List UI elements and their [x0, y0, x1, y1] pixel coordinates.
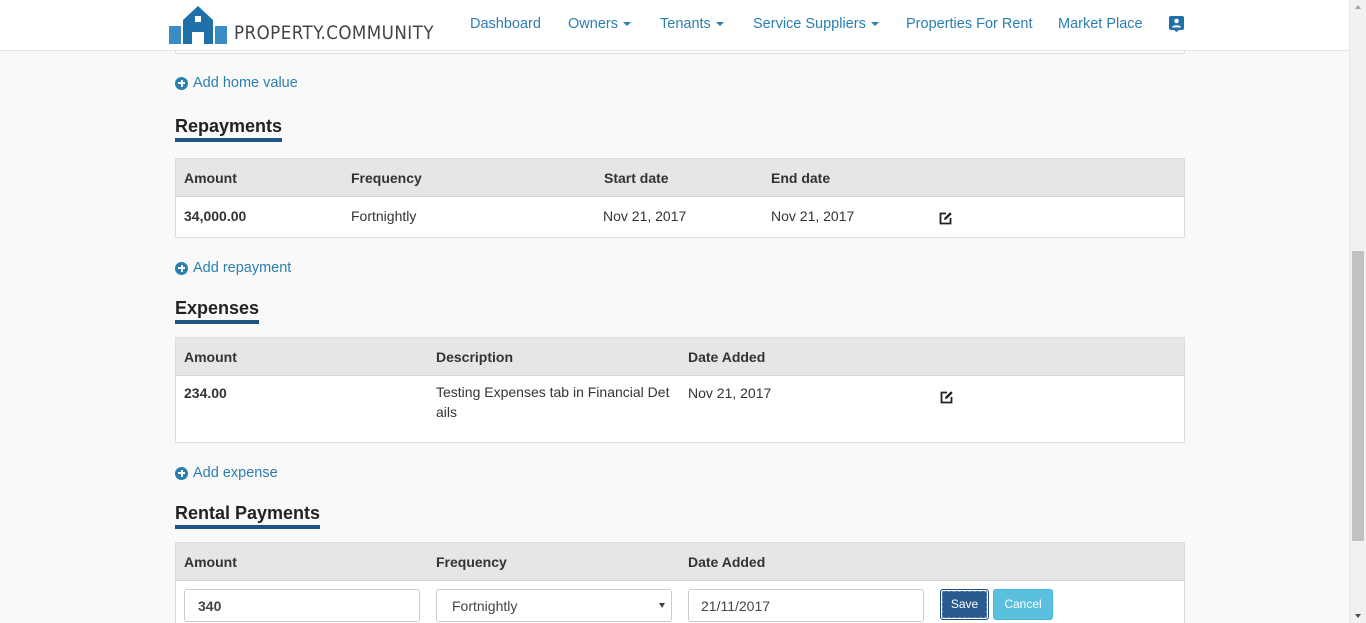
table-header: Amount Description Date Added — [176, 338, 1184, 376]
plus-circle-icon — [175, 261, 188, 275]
nav-properties-for-rent[interactable]: Properties For Rent — [906, 16, 1033, 32]
scroll-down-arrow-icon[interactable] — [1355, 614, 1361, 618]
repayment-frequency: Fortnightly — [351, 208, 417, 224]
repayment-end-date: Nov 21, 2017 — [771, 208, 855, 224]
amount-input-value: 340 — [198, 598, 222, 614]
repayments-title: Repayments — [175, 116, 283, 142]
caret-down-icon — [622, 22, 631, 27]
top-navbar: PROPERTY.COMMUNITY Dashboard Owners Tena… — [0, 0, 1349, 51]
rental-payments-title: Rental Payments — [175, 503, 321, 529]
house-logo-icon — [169, 6, 227, 44]
column-header: Date Added — [688, 554, 766, 570]
add-expense-label: Add expense — [193, 465, 278, 481]
cancel-button[interactable]: Cancel — [993, 589, 1053, 620]
column-header: End date — [771, 170, 831, 186]
caret-down-icon — [870, 22, 879, 27]
save-button[interactable]: Save — [940, 589, 989, 620]
page-scrollbar[interactable] — [1349, 0, 1366, 623]
column-header: Date Added — [688, 349, 766, 365]
date-added-input[interactable]: 21/11/2017 — [688, 589, 924, 622]
edit-icon[interactable] — [940, 390, 954, 404]
add-home-value-link[interactable]: Add home value — [175, 75, 298, 91]
nav-service-suppliers-dropdown[interactable]: Service Suppliers — [753, 16, 879, 32]
add-repayment-link[interactable]: Add repayment — [175, 260, 291, 276]
user-card-icon[interactable] — [1169, 16, 1184, 32]
column-header: Amount — [184, 349, 237, 365]
plus-circle-icon — [175, 76, 188, 90]
select-arrow-icon — [659, 603, 665, 608]
rental-payments-table: Amount Frequency Date Added 340 Fortnigh… — [175, 542, 1185, 623]
repayments-table: Amount Frequency Start date End date 34,… — [175, 158, 1185, 238]
frequency-select-value: Fortnightly — [452, 598, 518, 614]
column-header: Description — [436, 349, 514, 365]
amount-input[interactable]: 340 — [184, 589, 420, 622]
repayment-amount: 34,000.00 — [184, 208, 247, 224]
nav-service-suppliers-label: Service Suppliers — [753, 16, 866, 32]
add-repayment-label: Add repayment — [193, 260, 292, 276]
column-header: Start date — [604, 170, 669, 186]
caret-down-icon — [715, 22, 724, 27]
expenses-title: Expenses — [175, 298, 260, 324]
add-home-value-label: Add home value — [193, 75, 298, 91]
nav-market-place[interactable]: Market Place — [1058, 16, 1143, 32]
table-header: Amount Frequency Date Added — [176, 543, 1184, 581]
home-value-table-edge — [175, 51, 1185, 54]
column-header: Frequency — [351, 170, 422, 186]
expense-date-added: Nov 21, 2017 — [688, 385, 772, 401]
scroll-thumb[interactable] — [1352, 251, 1364, 541]
brand-logo[interactable]: PROPERTY.COMMUNITY — [169, 4, 461, 44]
nav-owners-label: Owners — [568, 16, 618, 32]
edit-icon[interactable] — [939, 211, 953, 225]
nav-tenants-label: Tenants — [660, 16, 711, 32]
brand-name: PROPERTY.COMMUNITY — [234, 22, 434, 44]
scroll-up-arrow-icon[interactable] — [1355, 5, 1361, 9]
column-header: Amount — [184, 554, 237, 570]
column-header: Frequency — [436, 554, 507, 570]
plus-circle-icon — [175, 466, 188, 480]
column-header: Amount — [184, 170, 237, 186]
add-expense-link[interactable]: Add expense — [175, 465, 278, 481]
table-header: Amount Frequency Start date End date — [176, 159, 1184, 197]
frequency-select[interactable]: Fortnightly — [436, 589, 672, 622]
expense-description: Testing Expenses tab in Financial Det ai… — [436, 384, 670, 420]
nav-tenants-dropdown[interactable]: Tenants — [660, 16, 724, 32]
repayment-start-date: Nov 21, 2017 — [603, 208, 687, 224]
nav-owners-dropdown[interactable]: Owners — [568, 16, 631, 32]
expense-amount: 234.00 — [184, 385, 227, 401]
expenses-table: Amount Description Date Added 234.00 Tes… — [175, 337, 1185, 443]
nav-dashboard[interactable]: Dashboard — [470, 16, 541, 32]
date-added-input-value: 21/11/2017 — [701, 598, 771, 614]
